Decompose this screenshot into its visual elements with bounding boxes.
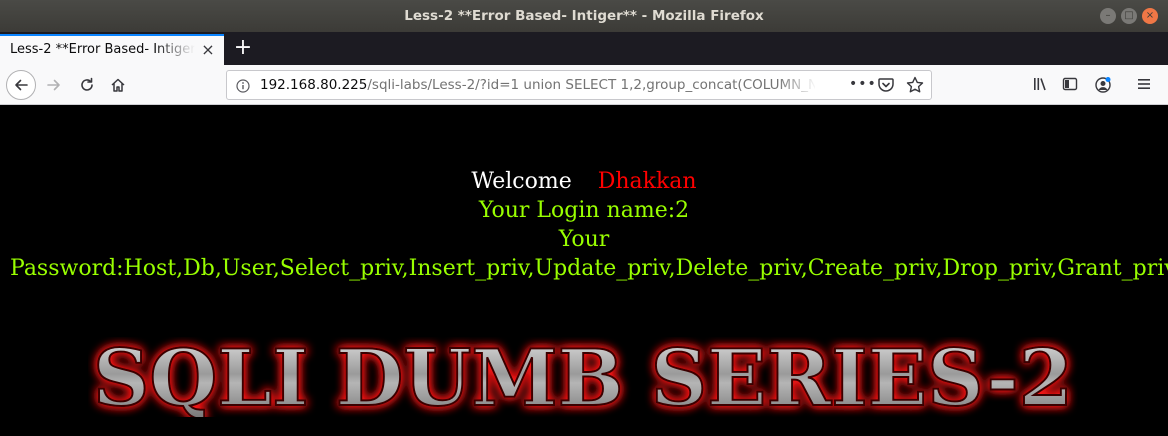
tab-close-icon[interactable]: × xyxy=(199,41,217,59)
username-text: Dhakkan xyxy=(597,169,697,194)
welcome-line: Welcome Dhakkan xyxy=(0,167,1168,196)
url-text[interactable]: 192.168.80.225/sqli-labs/Less-2/?id=1 un… xyxy=(260,77,815,93)
pocket-icon[interactable] xyxy=(877,76,895,98)
tab-strip: Less-2 **Error Based- Intiger** × xyxy=(0,32,1168,65)
window-title: Less-2 **Error Based- Intiger** - Mozill… xyxy=(404,8,764,24)
account-icon[interactable] xyxy=(1094,76,1112,98)
library-icon[interactable] xyxy=(1032,76,1048,96)
your-text: Your xyxy=(558,227,610,252)
banner-text: SQLI DUMB SERIES-2 xyxy=(93,337,1073,417)
maximize-icon[interactable]: □ xyxy=(1121,8,1137,24)
url-host: 192.168.80.225 xyxy=(260,77,368,93)
navigation-toolbar: 192.168.80.225/sqli-labs/Less-2/?id=1 un… xyxy=(0,65,1168,105)
close-icon[interactable]: × xyxy=(1142,8,1158,24)
new-tab-button[interactable]: + xyxy=(230,36,256,62)
home-icon[interactable] xyxy=(104,71,132,99)
tab-less-2[interactable]: Less-2 **Error Based- Intiger** × xyxy=(0,34,224,65)
reload-icon[interactable] xyxy=(73,71,101,99)
page-actions-icon[interactable]: ••• xyxy=(849,73,876,97)
forward-arrow-icon[interactable] xyxy=(40,71,68,99)
back-arrow-icon[interactable] xyxy=(6,70,36,100)
url-path: /sqli-labs/Less-2/?id=1 union SELECT 1,2… xyxy=(367,77,815,93)
page-content: Welcome Dhakkan Your Login name:2 Your Pa… xyxy=(0,105,1168,436)
password-text: Password:Host,Db,User,Select_priv,Insert… xyxy=(10,256,1168,281)
info-icon[interactable] xyxy=(236,78,250,93)
login-name-text: Your Login name:2 xyxy=(478,198,690,223)
url-bar[interactable]: 192.168.80.225/sqli-labs/Less-2/?id=1 un… xyxy=(226,70,932,100)
minimize-icon[interactable]: – xyxy=(1100,8,1116,24)
hamburger-menu-icon[interactable] xyxy=(1136,76,1152,96)
window-titlebar: Less-2 **Error Based- Intiger** - Mozill… xyxy=(0,0,1168,32)
sidebar-icon[interactable] xyxy=(1062,76,1078,96)
tab-label-fade xyxy=(155,36,195,65)
url-fade xyxy=(777,71,817,99)
welcome-text: Welcome xyxy=(471,169,572,194)
star-icon[interactable] xyxy=(905,75,925,99)
sqli-dumb-series-banner: SQLI DUMB SERIES-2 xyxy=(92,337,1074,417)
